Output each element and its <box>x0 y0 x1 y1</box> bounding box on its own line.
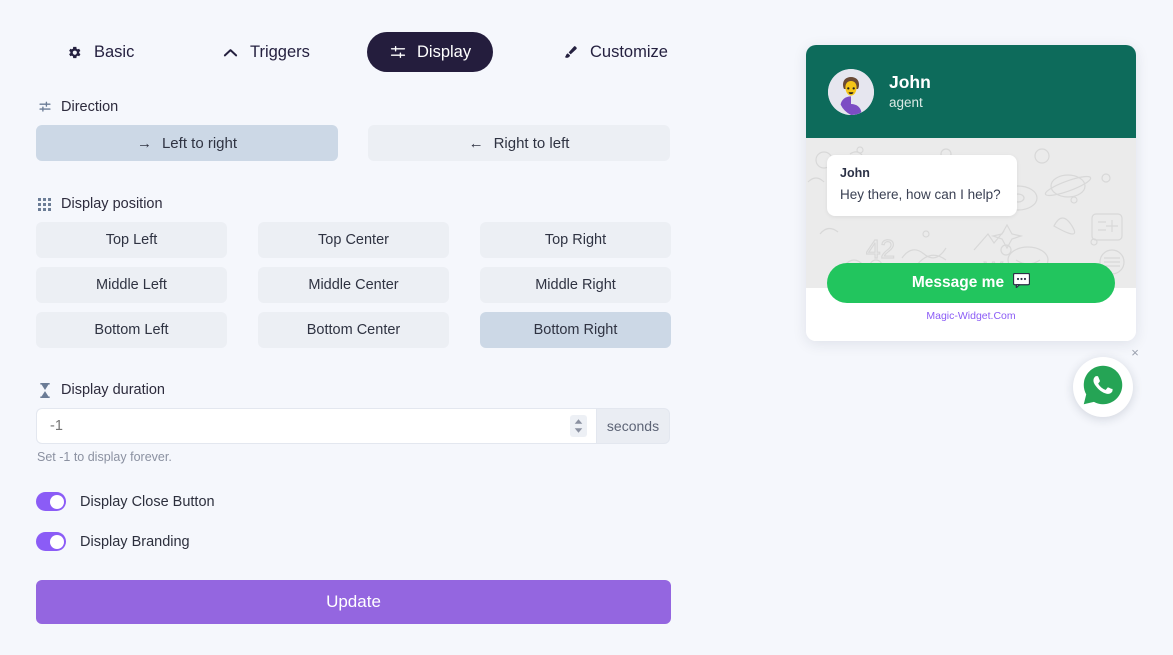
position-option-top-center[interactable]: Top Center <box>258 222 449 258</box>
toggle-display-branding-label: Display Branding <box>80 533 190 550</box>
display-position-grid: Top Left Top Center Top Right Middle Lef… <box>36 222 671 348</box>
widget-agent-role: agent <box>889 94 923 110</box>
message-me-button[interactable]: Message me <box>827 263 1115 303</box>
tab-customize-label: Customize <box>590 42 668 61</box>
update-button[interactable]: Update <box>36 580 671 624</box>
brush-icon <box>562 44 579 61</box>
chat-bubble-sender: John <box>840 166 870 180</box>
settings-page: Basic Triggers Display Customize Directi… <box>0 0 1173 655</box>
widget-header-text: John agent <box>889 72 931 111</box>
toggle-display-branding[interactable] <box>36 532 66 551</box>
grid-icon <box>37 197 52 212</box>
widget-header: John agent <box>806 45 1136 138</box>
whatsapp-launcher-button[interactable] <box>1073 357 1133 417</box>
toggle-knob <box>49 494 64 509</box>
position-option-bottom-center[interactable]: Bottom Center <box>258 312 449 348</box>
toggle-row-display-close-button: Display Close Button <box>36 492 215 511</box>
position-option-bottom-left[interactable]: Bottom Left <box>36 312 227 348</box>
tab-triggers-label: Triggers <box>250 42 310 61</box>
gear-icon <box>66 44 83 61</box>
display-duration-hint: Set -1 to display forever. <box>37 450 172 464</box>
direction-option-left-to-right-label: Left to right <box>161 134 238 152</box>
arrow-left-icon: ← <box>468 134 484 152</box>
display-position-section-label: Display position <box>37 196 163 212</box>
tab-basic[interactable]: Basic <box>44 32 156 72</box>
hourglass-icon <box>37 382 52 398</box>
floating-button-wrap: × <box>1073 346 1139 419</box>
display-duration-input-wrap <box>36 408 596 444</box>
display-position-label-text: Display position <box>61 196 163 212</box>
position-option-top-left[interactable]: Top Left <box>36 222 227 258</box>
tab-display-label: Display <box>417 42 472 61</box>
sliders-vertical-icon <box>37 100 52 115</box>
position-option-middle-right[interactable]: Middle Right <box>480 267 671 303</box>
avatar <box>828 68 874 115</box>
direction-section-label: Direction <box>37 99 118 115</box>
tab-bar: Basic Triggers Display Customize <box>0 31 740 73</box>
sliders-icon <box>389 44 406 61</box>
display-duration-row: seconds <box>36 408 670 444</box>
direction-option-left-to-right[interactable]: → Left to right <box>36 125 338 161</box>
tab-triggers[interactable]: Triggers <box>200 32 332 72</box>
direction-option-right-to-left-label: Right to left <box>493 134 570 152</box>
chevron-up-icon <box>222 44 239 61</box>
position-option-middle-center[interactable]: Middle Center <box>258 267 449 303</box>
position-option-middle-left[interactable]: Middle Left <box>36 267 227 303</box>
toggle-display-close-button-label: Display Close Button <box>80 493 215 510</box>
display-duration-section-label: Display duration <box>37 382 165 398</box>
number-stepper[interactable] <box>570 415 587 437</box>
message-me-label: Message me <box>911 274 1005 291</box>
toggle-display-close-button[interactable] <box>36 492 66 511</box>
display-duration-label-text: Display duration <box>61 382 165 398</box>
chat-bubble-text: Hey there, how can I help? <box>840 187 1001 202</box>
widget-agent-name: John <box>889 71 931 92</box>
tab-basic-label: Basic <box>94 42 135 61</box>
toggle-knob <box>49 534 64 549</box>
position-option-bottom-right[interactable]: Bottom Right <box>480 312 671 348</box>
position-option-top-right[interactable]: Top Right <box>480 222 671 258</box>
toggle-row-display-branding: Display Branding <box>36 532 190 551</box>
tab-display[interactable]: Display <box>367 32 494 72</box>
chat-bubble: John Hey there, how can I help? <box>827 155 1017 217</box>
direction-label-text: Direction <box>61 99 119 115</box>
branding-link[interactable]: Magic-Widget.Com <box>806 310 1136 322</box>
direction-option-right-to-left[interactable]: ← Right to left <box>368 125 670 161</box>
display-duration-unit: seconds <box>596 408 670 444</box>
arrow-right-icon: → <box>136 134 152 152</box>
speech-balloon-icon <box>1013 272 1031 293</box>
tab-customize[interactable]: Customize <box>540 32 690 72</box>
display-duration-input[interactable] <box>37 409 596 443</box>
svg-text:42: 42 <box>866 234 895 264</box>
widget-preview: John agent 42 John Hey there, how can I … <box>806 45 1136 341</box>
close-icon[interactable]: × <box>1128 346 1142 360</box>
whatsapp-icon <box>1081 363 1125 412</box>
